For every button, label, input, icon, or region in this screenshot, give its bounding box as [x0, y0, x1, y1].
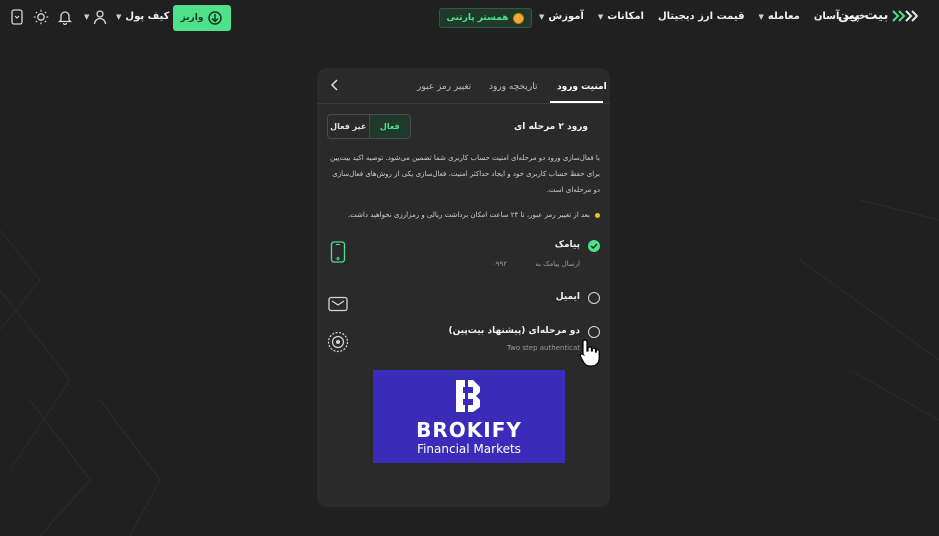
- logo-text: بیت پین: [838, 8, 889, 23]
- bitpin-logo-mark-icon: [892, 9, 919, 22]
- chevron-down-icon: ▼: [597, 12, 604, 21]
- partner-label: همستر پارتنی: [446, 13, 509, 23]
- chevron-down-icon: ▼: [116, 12, 122, 21]
- tab-login-history[interactable]: تاریخچه ورود: [489, 82, 537, 92]
- security-card: تغییر رمز عبور تاریخچه ورود امنیت ورود و…: [317, 68, 610, 507]
- tab-change-password[interactable]: تغییر رمز عبور: [417, 82, 471, 92]
- chevron-down-icon: ▼: [84, 13, 90, 21]
- deposit-button[interactable]: واریز: [173, 5, 231, 31]
- method-sms[interactable]: پیامک ارسال پیامک به ۰۹۹۲: [327, 240, 600, 270]
- note-text: بعد از تغییر رمز عبور، تا ۲۴ ساعت امکان …: [347, 211, 590, 219]
- active-tab-indicator: [550, 101, 603, 103]
- user-icon: [91, 8, 109, 26]
- password-change-note: بعد از تغییر رمز عبور، تا ۲۴ ساعت امکان …: [327, 211, 600, 219]
- wallet-label: کیف پول: [125, 11, 170, 22]
- hamster-partner-button[interactable]: همستر پارتنی: [439, 8, 532, 28]
- header-utility-icons: ▼: [8, 8, 109, 26]
- sms-title: پیامک: [554, 240, 580, 250]
- wallet-menu[interactable]: ▼ کیف پول: [116, 11, 169, 22]
- authenticator-title: دو مرحله‌ای (پیشنهاد بیت‌پین): [448, 326, 580, 336]
- top-header: ▼ ▼ کیف پول واریز همستر پارتنی ▼ آموزش ▼…: [0, 0, 939, 36]
- nav-item-crypto-prices[interactable]: قیمت ارز دیجیتال: [658, 11, 745, 22]
- chevron-down-icon: ▼: [539, 12, 545, 21]
- bitpin-logo[interactable]: بیت پین: [838, 8, 919, 23]
- method-authenticator[interactable]: دو مرحله‌ای (پیشنهاد بیت‌پین) Two step a…: [327, 326, 600, 356]
- deposit-label: واریز: [180, 13, 204, 23]
- sms-phone: ۰۹۹۲: [492, 260, 508, 268]
- nav-item-education[interactable]: ▼ آموزش: [539, 11, 584, 22]
- method-email[interactable]: ایمیل: [327, 292, 600, 322]
- hamster-coin-icon: [513, 12, 525, 24]
- ad-brand-text: BROKIFY: [416, 418, 522, 442]
- hand-cursor-icon: [579, 339, 600, 367]
- authenticator-subtitle: Two step authenticat: [507, 344, 580, 352]
- chevron-down-icon: ▼: [758, 12, 764, 21]
- sms-radio[interactable]: [588, 240, 600, 252]
- user-menu[interactable]: ▼: [84, 8, 109, 26]
- warning-dot-icon: [595, 212, 600, 218]
- check-icon: [590, 243, 598, 249]
- ad-tagline: Financial Markets: [417, 442, 521, 456]
- two-factor-title: ورود ۲ مرحله ای: [513, 122, 588, 132]
- authenticator-radio[interactable]: [588, 326, 600, 338]
- email-radio[interactable]: [588, 292, 600, 304]
- two-factor-description: با فعال‌سازی ورود دو مرحله‌ای امنیت حساب…: [330, 154, 600, 194]
- security-tabs: تغییر رمز عبور تاریخچه ورود امنیت ورود: [317, 68, 610, 104]
- toggle-off-option[interactable]: غیر فعال: [328, 115, 369, 138]
- back-arrow-icon[interactable]: [327, 77, 343, 93]
- tab-login-security[interactable]: امنیت ورود: [557, 82, 607, 92]
- theme-sun-icon[interactable]: [32, 8, 50, 26]
- email-icon: [327, 292, 349, 316]
- brokify-ad-banner[interactable]: BROKIFY Financial Markets: [373, 370, 565, 463]
- phone-icon: [327, 240, 349, 264]
- email-title: ایمیل: [555, 292, 580, 302]
- mobile-app-icon[interactable]: [8, 8, 26, 26]
- two-factor-toggle: غیر فعال فعال: [327, 114, 411, 139]
- deposit-icon: [208, 11, 223, 25]
- toggle-on-option[interactable]: فعال: [368, 115, 410, 138]
- nav-item-trade[interactable]: ▼ معامله: [759, 11, 800, 22]
- sms-subtitle: ارسال پیامک به: [535, 260, 580, 268]
- nav-item-features[interactable]: ▼ امکانات: [598, 11, 644, 22]
- main-nav: ▼ آموزش ▼ امکانات قیمت ارز دیجیتال ▼ معا…: [539, 11, 866, 22]
- bell-icon[interactable]: [56, 8, 74, 26]
- authenticator-icon: [327, 330, 349, 354]
- brokify-logo-icon: [456, 380, 480, 412]
